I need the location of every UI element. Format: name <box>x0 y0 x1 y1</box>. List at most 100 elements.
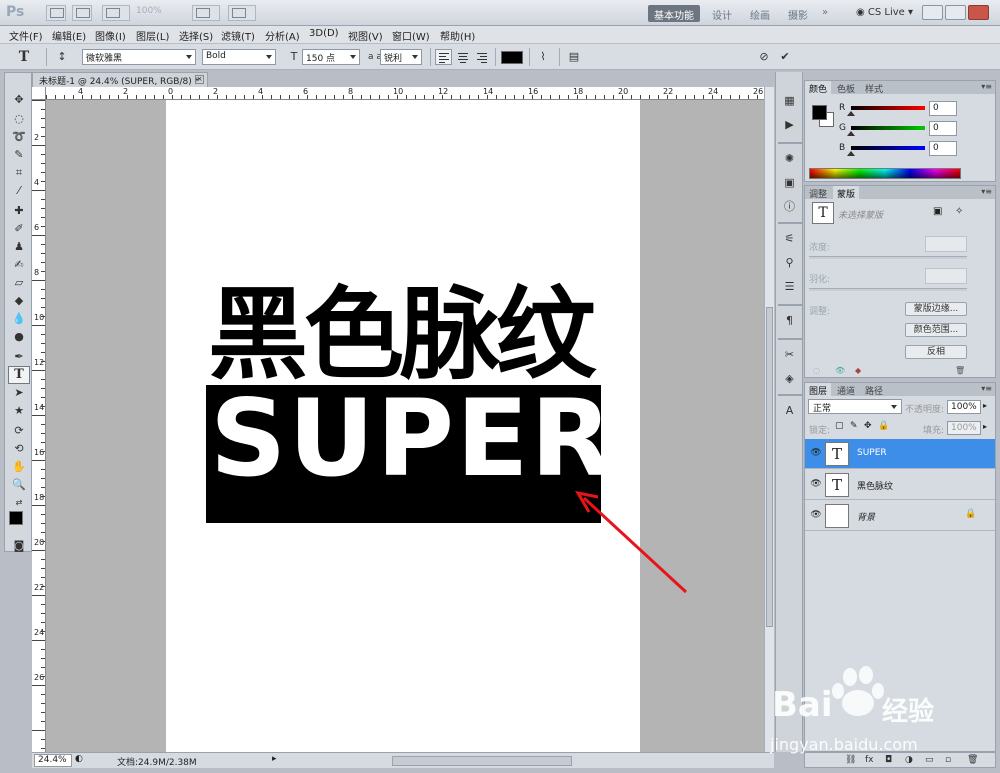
menu-window[interactable]: 窗口(W) <box>392 28 430 43</box>
fill-field[interactable]: 100% <box>947 421 981 435</box>
visibility-eye-icon[interactable]: 👁 <box>810 448 822 458</box>
add-mask-icon[interactable]: ◘ <box>885 755 892 765</box>
tool-presets-icon[interactable]: ☰ <box>781 278 798 295</box>
menu-help[interactable]: 帮助(H) <box>440 28 475 43</box>
red-slider[interactable] <box>851 106 925 110</box>
paragraph-panel-icon[interactable]: ¶ <box>781 312 798 329</box>
menu-image[interactable]: 图像(I) <box>95 28 126 43</box>
adjustment-layer-icon[interactable]: ◑ <box>905 755 913 765</box>
color-spectrum-bar[interactable] <box>809 168 961 179</box>
paint-bucket-tool-icon[interactable]: ◆ <box>8 292 30 310</box>
menu-filter[interactable]: 滤镜(T) <box>221 28 255 43</box>
character-panel-icon[interactable]: A <box>781 402 798 419</box>
3d-rotate-tool-icon[interactable]: ⟳ <box>8 422 30 440</box>
feather-slider[interactable] <box>809 288 967 291</box>
marquee-tool-icon[interactable]: ◌ <box>8 110 30 128</box>
invert-button[interactable]: 反相 <box>905 345 967 359</box>
green-slider-handle[interactable] <box>847 131 855 136</box>
align-right-button[interactable] <box>473 49 490 65</box>
panel-menu-icon[interactable]: ▾≡ <box>981 187 992 196</box>
menu-view[interactable]: 视图(V) <box>348 28 383 43</box>
foreground-color-swatch[interactable] <box>9 511 23 525</box>
tab-layers[interactable]: 图层 <box>805 383 832 397</box>
apply-mask-icon[interactable]: 👁 <box>835 366 845 375</box>
ruler-origin[interactable] <box>32 87 46 100</box>
menu-edit[interactable]: 编辑(E) <box>52 28 86 43</box>
pen-tool-icon[interactable]: ✒ <box>8 348 30 366</box>
tab-masks[interactable]: 蒙版 <box>833 186 860 200</box>
horizontal-ruler[interactable]: 4 2 0 2 4 6 8 10 12 14 16 18 20 22 24 26 <box>46 87 764 100</box>
type-tool-preset-icon[interactable]: T <box>16 49 32 65</box>
layer-style-icon[interactable]: fx <box>865 755 874 765</box>
visibility-eye-icon[interactable]: 👁 <box>810 479 822 489</box>
dodge-tool-icon[interactable]: ● <box>8 328 30 346</box>
layer-name[interactable]: 黑色脉纹 <box>857 479 893 492</box>
link-layers-icon[interactable]: ⛓ <box>845 755 856 765</box>
maximize-button[interactable] <box>945 5 966 20</box>
crop-tool-icon[interactable]: ⌗ <box>8 164 30 182</box>
cs-live-button[interactable]: ◉ CS Live ▾ <box>852 5 917 22</box>
screen-mode-button[interactable] <box>228 5 256 21</box>
character-panel-icon[interactable]: ▤ <box>566 49 582 65</box>
eraser-tool-icon[interactable]: ▱ <box>8 274 30 292</box>
arrange-documents-button[interactable] <box>192 5 220 21</box>
minimize-button[interactable] <box>922 5 943 20</box>
tab-channels[interactable]: 通道 <box>833 383 859 397</box>
anti-alias-select[interactable]: 锐利 <box>380 49 422 65</box>
mask-edge-button[interactable]: 蒙版边缘... <box>905 302 967 316</box>
menu-analysis[interactable]: 分析(A) <box>265 28 300 43</box>
load-selection-icon[interactable]: ◌ <box>813 366 820 375</box>
status-arrow-icon[interactable]: ▸ <box>272 754 277 764</box>
quick-mask-icon[interactable]: ◙ <box>8 537 30 555</box>
vertical-scrollbar[interactable] <box>764 87 774 752</box>
new-layer-icon[interactable]: ▫ <box>945 755 951 765</box>
warp-text-icon[interactable]: ⌇ <box>535 49 551 65</box>
tab-color[interactable]: 颜色 <box>805 81 832 95</box>
blue-slider[interactable] <box>851 146 925 150</box>
red-value-field[interactable]: 0 <box>929 101 957 116</box>
history-brush-tool-icon[interactable]: ✍ <box>8 256 30 274</box>
font-family-select[interactable]: 微软雅黑 <box>82 49 196 65</box>
menu-3d[interactable]: 3D(D) <box>309 28 339 39</box>
text-color-swatch[interactable] <box>501 51 523 64</box>
zoom-status-field[interactable]: 24.4% <box>34 754 72 767</box>
brush-tool-icon[interactable]: ✐ <box>8 220 30 238</box>
navigator-panel-icon[interactable]: ▣ <box>781 174 798 191</box>
color-panel-fg-swatch[interactable] <box>812 105 827 120</box>
type-tool-icon[interactable]: T <box>8 366 30 384</box>
layer-row-headline[interactable]: 👁 T 黑色脉纹 <box>805 470 995 500</box>
lasso-tool-icon[interactable]: ➰ <box>8 128 30 146</box>
workspace-design[interactable]: 设计 <box>706 5 738 22</box>
bridge-button[interactable] <box>46 5 66 21</box>
align-left-button[interactable] <box>435 49 452 65</box>
menu-layer[interactable]: 图层(L) <box>136 28 169 43</box>
lock-position-icon[interactable]: ✥ <box>864 421 872 431</box>
tab-paths[interactable]: 路径 <box>861 383 887 397</box>
menu-select[interactable]: 选择(S) <box>179 28 213 43</box>
canvas-area[interactable]: 黑色脉纹 SUPER <box>46 100 764 752</box>
layer-name[interactable]: 背景 <box>857 510 875 523</box>
layer-comps-icon[interactable]: ◈ <box>781 370 798 387</box>
view-extras-button[interactable] <box>102 5 130 21</box>
disable-mask-icon[interactable]: ◆ <box>855 366 861 375</box>
more-workspaces-icon[interactable]: » <box>816 5 834 22</box>
clone-source-icon[interactable]: ⚲ <box>781 254 798 271</box>
brush-presets-icon[interactable]: ⚟ <box>781 230 798 247</box>
3d-orbit-tool-icon[interactable]: ⟲ <box>8 440 30 458</box>
shape-tool-icon[interactable]: ★ <box>8 402 30 420</box>
document-tab[interactable]: 未标题-1 @ 24.4% (SUPER, RGB/8) * × <box>32 72 208 87</box>
feather-field[interactable] <box>925 268 967 284</box>
red-slider-handle[interactable] <box>847 111 855 116</box>
history-panel-icon[interactable]: ▦ <box>781 92 798 109</box>
zoom-tool-icon[interactable]: 🔍 <box>8 476 30 494</box>
align-center-button[interactable] <box>454 49 471 65</box>
horizontal-scrollbar[interactable] <box>392 756 572 766</box>
tab-swatches[interactable]: 色板 <box>833 81 859 95</box>
layer-name[interactable]: SUPER <box>857 448 887 458</box>
close-button[interactable] <box>968 5 989 20</box>
commit-edit-icon[interactable]: ✔ <box>777 49 793 65</box>
opacity-slider-arrow-icon[interactable]: ▸ <box>983 401 987 410</box>
blend-mode-select[interactable]: 正常 <box>808 399 902 414</box>
color-range-button[interactable]: 颜色范围... <box>905 323 967 337</box>
workspace-photography[interactable]: 摄影 <box>782 5 814 22</box>
